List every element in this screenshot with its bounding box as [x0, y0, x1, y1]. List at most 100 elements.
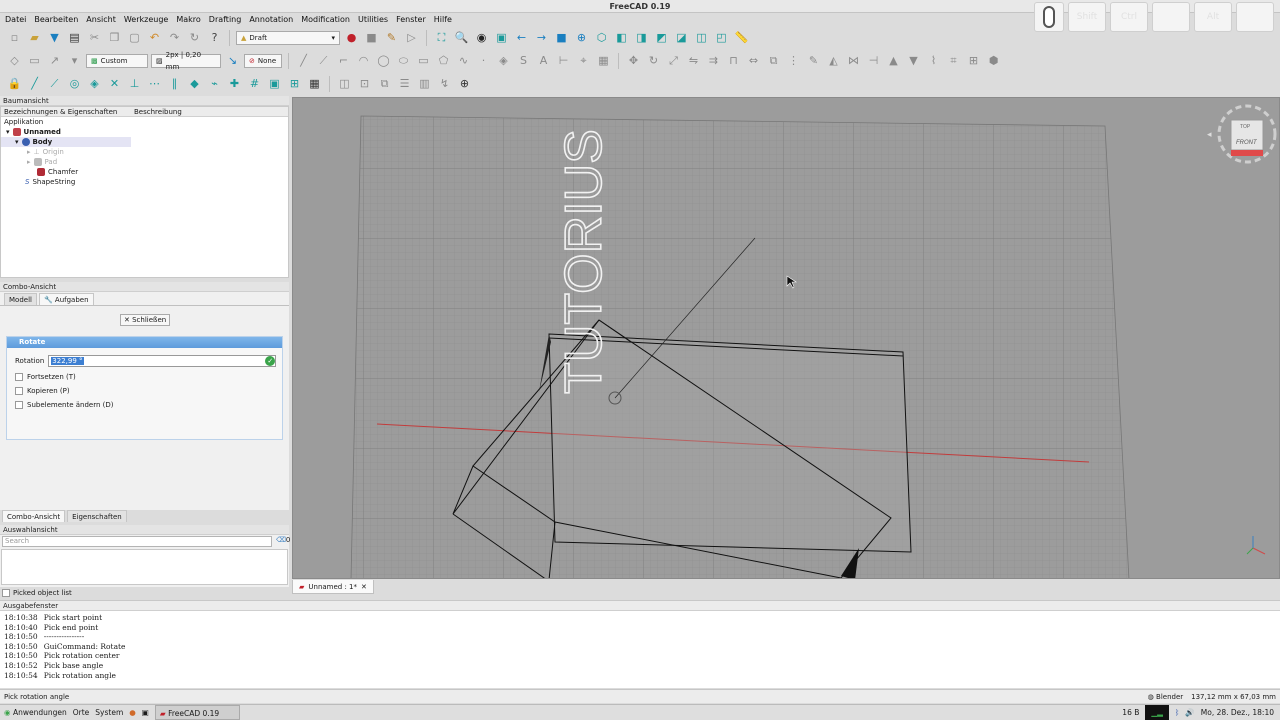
- fit-all-icon[interactable]: ⛶: [433, 29, 450, 46]
- heal-icon[interactable]: ▥: [416, 75, 433, 92]
- tree-item-body[interactable]: ▾ Body: [1, 137, 131, 147]
- stretch-tool-icon[interactable]: ⇔: [745, 52, 762, 69]
- continue-option[interactable]: Fortsetzen (T): [7, 370, 282, 384]
- redo-icon[interactable]: ↷: [166, 29, 183, 46]
- zoom-icon[interactable]: ⊕: [573, 29, 590, 46]
- volume-icon[interactable]: 🔊: [1185, 705, 1194, 720]
- tree-item-shapestring[interactable]: S ShapeString: [1, 177, 288, 187]
- view-forward-icon[interactable]: →: [533, 29, 550, 46]
- point-tool-icon[interactable]: ·: [475, 52, 492, 69]
- bspline-tool-icon[interactable]: ∿: [455, 52, 472, 69]
- print-icon[interactable]: ▤: [66, 29, 83, 46]
- taskbar-freecad-window[interactable]: ▰ FreeCAD 0.19: [154, 705, 241, 720]
- tab-combo-view[interactable]: Combo-Ansicht: [2, 510, 66, 522]
- view-right-icon[interactable]: ◩: [653, 29, 670, 46]
- rotate-task-header[interactable]: Rotate: [7, 337, 282, 348]
- menu-fenster[interactable]: Fenster: [396, 14, 426, 26]
- snap-midpoint-icon[interactable]: ⟋: [46, 75, 63, 92]
- snap-near-icon[interactable]: ⌁: [206, 75, 223, 92]
- bounding-box-icon[interactable]: ▣: [493, 29, 510, 46]
- copy-icon[interactable]: ❐: [106, 29, 123, 46]
- clock[interactable]: Mo, 28. Dez., 18:10: [1201, 705, 1274, 720]
- 3d-viewport[interactable]: TUTORIUS TOP FRONT ◂ ▸: [292, 97, 1280, 579]
- menu-utilities[interactable]: Utilities: [358, 14, 388, 26]
- navcube-arrow-left-icon[interactable]: ◂: [1207, 130, 1212, 140]
- view-rear-icon[interactable]: ◪: [673, 29, 690, 46]
- subelements-option[interactable]: Subelemente ändern (D): [7, 398, 282, 412]
- bluetooth-icon[interactable]: ᛒ: [1175, 705, 1180, 720]
- firefox-icon[interactable]: ●: [129, 705, 136, 720]
- ellipse-tool-icon[interactable]: ⬭: [395, 52, 412, 69]
- wire-to-bspline-icon[interactable]: ⌇: [925, 52, 942, 69]
- snap-perpendicular-icon[interactable]: ⊥: [126, 75, 143, 92]
- join-tool-icon[interactable]: ⋈: [845, 52, 862, 69]
- clone-tool-icon[interactable]: ⧉: [765, 52, 782, 69]
- add-to-group-icon[interactable]: ⧉: [376, 75, 393, 92]
- menu-ansicht[interactable]: Ansicht: [86, 14, 116, 26]
- tab-tasks[interactable]: 🔧 Aufgaben: [38, 293, 94, 305]
- upgrade-tool-icon[interactable]: ▲: [885, 52, 902, 69]
- places-menu[interactable]: Orte: [73, 705, 90, 720]
- set-working-plane-icon[interactable]: ◇: [6, 52, 23, 69]
- new-document-icon[interactable]: ▫: [6, 29, 23, 46]
- dimension-tool-icon[interactable]: ⊢: [555, 52, 572, 69]
- menu-modification[interactable]: Modification: [301, 14, 350, 26]
- close-task-button[interactable]: ✕ Schließen: [120, 314, 171, 326]
- hatch-tool-icon[interactable]: ▦: [595, 52, 612, 69]
- menu-annotation[interactable]: Annotation: [249, 14, 293, 26]
- tree-item-unnamed[interactable]: ▾ Unnamed: [1, 127, 288, 137]
- view-back-icon[interactable]: ←: [513, 29, 530, 46]
- expand-arrow-icon[interactable]: ▸: [27, 157, 31, 167]
- draft-to-sketch-icon[interactable]: ⌗: [945, 52, 962, 69]
- macro-editor-icon[interactable]: ✎: [383, 29, 400, 46]
- picked-object-list-option[interactable]: Picked object list: [2, 589, 72, 597]
- menu-bearbeiten[interactable]: Bearbeiten: [34, 14, 78, 26]
- rectangle-tool-icon[interactable]: ▭: [415, 52, 432, 69]
- tree-col-description[interactable]: Beschreibung: [131, 107, 261, 116]
- rotate-tool-icon[interactable]: ↻: [645, 52, 662, 69]
- navigation-style[interactable]: ◍ Blender: [1148, 690, 1183, 704]
- fit-selection-icon[interactable]: 🔍: [453, 29, 470, 46]
- view-front-icon[interactable]: ◧: [613, 29, 630, 46]
- snap-angle-icon[interactable]: ◈: [86, 75, 103, 92]
- view-left-icon[interactable]: ◰: [713, 29, 730, 46]
- line-width-selector[interactable]: ▨ 2px | 0,20 mm: [151, 51, 221, 71]
- rotation-input[interactable]: 322,99 ° ✓: [48, 355, 277, 367]
- picked-object-checkbox[interactable]: [2, 589, 10, 597]
- edit-tool-icon[interactable]: ✎: [805, 52, 822, 69]
- view-bottom-icon[interactable]: ◫: [693, 29, 710, 46]
- add-point-icon[interactable]: ⊕: [456, 75, 473, 92]
- menu-werkzeuge[interactable]: Werkzeuge: [124, 14, 168, 26]
- arc-tool-icon[interactable]: ◠: [355, 52, 372, 69]
- shape-2d-view-icon[interactable]: ⊞: [965, 52, 982, 69]
- move-tool-icon[interactable]: ✥: [625, 52, 642, 69]
- apps-menu[interactable]: ◉ Anwendungen: [4, 705, 67, 720]
- text-tool-icon[interactable]: A: [535, 52, 552, 69]
- array-tool-icon[interactable]: ⋮: [785, 52, 802, 69]
- selection-search-input[interactable]: Search: [2, 536, 272, 547]
- subelement-highlight-icon[interactable]: ◭: [825, 52, 842, 69]
- save-icon[interactable]: ▼: [46, 29, 63, 46]
- view-top-icon[interactable]: ◨: [633, 29, 650, 46]
- toggle-grid-icon[interactable]: ▦: [306, 75, 323, 92]
- copy-option[interactable]: Kopieren (P): [7, 384, 282, 398]
- toggle-display-mode-icon[interactable]: ↯: [436, 75, 453, 92]
- face-style-selector[interactable]: ⊘ None: [244, 53, 282, 68]
- snap-endpoint-icon[interactable]: ╱: [26, 75, 43, 92]
- continue-checkbox[interactable]: [15, 373, 23, 381]
- system-menu[interactable]: System: [95, 705, 123, 720]
- construction-mode-icon[interactable]: ⊡: [356, 75, 373, 92]
- offset-tool-icon[interactable]: ⇉: [705, 52, 722, 69]
- facebinder-icon[interactable]: ◈: [495, 52, 512, 69]
- cut-icon[interactable]: ✂: [86, 29, 103, 46]
- clear-search-icon[interactable]: ⌫: [276, 536, 286, 544]
- draft-to-3d-icon[interactable]: ⬢: [985, 52, 1002, 69]
- style-selector[interactable]: ▩ Custom: [86, 53, 148, 68]
- paste-icon[interactable]: ▢: [126, 29, 143, 46]
- subelements-checkbox[interactable]: [15, 401, 23, 409]
- downgrade-tool-icon[interactable]: ▼: [905, 52, 922, 69]
- tree-item-origin[interactable]: ▸ ⊥ Origin: [1, 147, 288, 157]
- menu-hilfe[interactable]: Hilfe: [434, 14, 452, 26]
- group-icon[interactable]: ▭: [26, 52, 43, 69]
- menu-datei[interactable]: Datei: [5, 14, 26, 26]
